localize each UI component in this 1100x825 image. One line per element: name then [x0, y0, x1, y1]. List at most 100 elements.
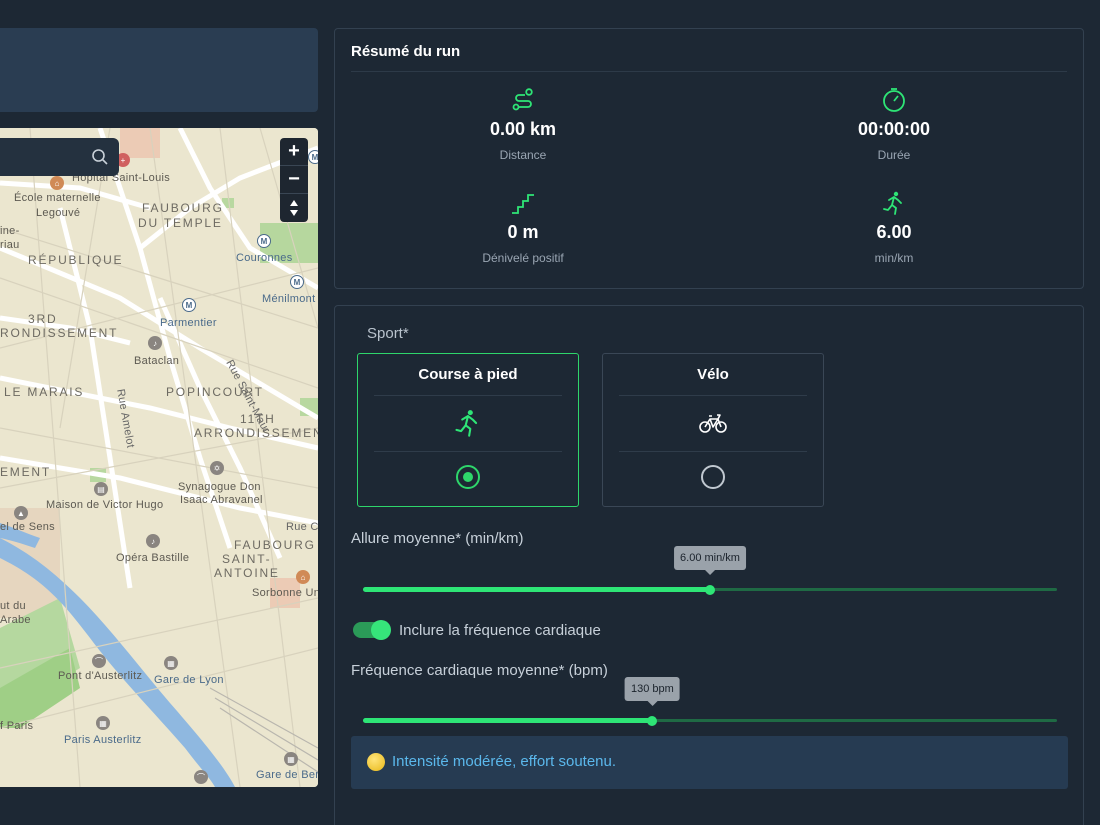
map-zoom-controls: + −: [280, 138, 308, 222]
pace-slider[interactable]: 6.00 min/km: [363, 546, 1057, 600]
train-icon: ▦: [164, 656, 178, 670]
search-icon[interactable]: [91, 148, 109, 166]
map-label-riau: riau: [0, 239, 20, 251]
map-label-popincourt: POPINCOURT: [166, 385, 264, 399]
compass-button[interactable]: [280, 194, 308, 222]
pace-field-label: Allure moyenne* (min/km): [351, 530, 524, 547]
sport-radio-cycling[interactable]: [701, 465, 725, 489]
bicycle-icon: [699, 414, 727, 433]
map-label-bataclan: Bataclan: [134, 355, 180, 367]
sport-option-label: Course à pied: [418, 366, 518, 383]
sport-radio-running[interactable]: [456, 465, 480, 489]
map-label-synagogue-2: Isaac Abravanel: [180, 494, 263, 506]
intensity-info-box: Intensité modérée, effort soutenu.: [351, 736, 1068, 789]
map-label-el-de-sens: el de Sens: [0, 521, 55, 533]
stat-elevation: 0 m Dénivelé positif: [423, 190, 623, 265]
map-label-ecole-2: Legouvé: [36, 207, 81, 219]
stat-pace-value: 6.00: [876, 222, 912, 242]
zoom-in-button[interactable]: +: [280, 138, 308, 166]
stat-duration-label: Durée: [877, 148, 911, 162]
map-header-panel: [0, 28, 318, 112]
run-summary-card: Résumé du run 0.00 km Distance 00:00:00 …: [334, 28, 1084, 289]
divider: [374, 451, 562, 452]
stat-elevation-value: 0 m: [507, 222, 539, 242]
train-icon: ▦: [284, 752, 298, 766]
stat-pace-label: min/km: [874, 251, 914, 265]
stat-distance-label: Distance: [499, 148, 547, 162]
heart-rate-field-label: Fréquence cardiaque moyenne* (bpm): [351, 662, 608, 679]
map-label-opera: Opéra Bastille: [116, 552, 190, 564]
run-form-card: Sport* Course à pied Vélo Allure moyenne…: [334, 305, 1084, 825]
map-search-box[interactable]: [0, 138, 119, 176]
map-label-3rd-2: RONDISSEMENT: [0, 326, 119, 340]
metro-icon: M: [308, 150, 318, 164]
map-label-11th: 11TH: [240, 412, 276, 426]
map-search-input[interactable]: [0, 138, 80, 176]
sport-option-cycling[interactable]: Vélo: [602, 353, 824, 507]
slider-thumb[interactable]: [647, 716, 658, 726]
toggle-knob: [371, 620, 391, 640]
slider-thumb[interactable]: [705, 585, 715, 595]
map-label-synagogue: Synagogue Don: [178, 481, 261, 493]
map-view[interactable]: Hôpital Saint-Louis École maternelle Leg…: [0, 128, 318, 787]
map-label-le-marais: LE MARAIS: [4, 385, 85, 399]
map-label-gare-lyon: Gare de Lyon: [154, 674, 224, 686]
museum-icon: ▤: [94, 482, 108, 496]
slider-fill: [363, 718, 653, 723]
compass-icon: [290, 200, 298, 216]
map-label-faubourg-antoine: FAUBOURG: [234, 538, 316, 552]
sport-field-label: Sport*: [367, 325, 409, 342]
runner-icon: [883, 191, 902, 215]
map-label-ut-du: ut du: [0, 600, 26, 612]
map-label-sorbonne: Sorbonne Un: [252, 587, 318, 599]
stat-distance-value: 0.00 km: [489, 119, 557, 139]
stat-distance: 0.00 km Distance: [423, 87, 623, 162]
map-label-paris-austerlitz: Paris Austerlitz: [64, 734, 142, 746]
intensity-info-text: Intensité modérée, effort soutenu.: [392, 753, 617, 770]
heart-rate-tooltip: 130 bpm: [624, 677, 680, 701]
map-label-faubourg-antoine-3: ANTOINE: [214, 566, 280, 580]
map-label-republique: RÉPUBLIQUE: [28, 253, 124, 267]
map-label-parmentier: Parmentier: [160, 317, 217, 329]
map-label-f-paris: f Paris: [0, 720, 34, 732]
map-label-ine: ine-: [0, 225, 20, 237]
map-label-11th-2: ARRONDISSEMENT: [194, 426, 318, 440]
divider: [619, 395, 807, 396]
metro-icon: M: [257, 234, 271, 248]
metro-icon: M: [290, 275, 304, 289]
map-label-ecole: École maternelle: [14, 192, 101, 204]
divider: [619, 451, 807, 452]
university-icon: ⌂: [296, 570, 310, 584]
stat-duration: 00:00:00 Durée: [794, 87, 994, 162]
summary-title: Résumé du run: [351, 43, 461, 60]
timer-icon: [883, 88, 905, 112]
stat-duration-value: 00:00:00: [857, 119, 931, 139]
map-label-gare-de-ber: Gare de Ber: [256, 769, 318, 781]
sport-option-label: Vélo: [697, 366, 729, 383]
map-label-faubourg-temple-2: DU TEMPLE: [138, 216, 223, 230]
map-label-pont: Pont d'Austerlitz: [58, 670, 143, 682]
slider-fill: [363, 587, 710, 592]
synagogue-icon: ✡: [210, 461, 224, 475]
map-label-3rd: 3RD: [28, 312, 58, 326]
bridge-icon: ⌒: [194, 770, 208, 784]
heart-rate-toggle-label: Inclure la fréquence cardiaque: [399, 622, 601, 639]
heart-rate-slider[interactable]: 130 bpm: [363, 677, 1057, 731]
map-label-couronnes: Couronnes: [236, 252, 293, 264]
metro-icon: M: [182, 298, 196, 312]
monument-icon: ▲: [14, 506, 28, 520]
pace-tooltip: 6.00 min/km: [674, 546, 746, 570]
map-label-ement: EMENT: [0, 465, 51, 479]
summary-divider: [351, 71, 1067, 72]
stat-elevation-label: Dénivelé positif: [482, 251, 564, 265]
heart-rate-toggle[interactable]: [353, 620, 391, 640]
runner-icon: [455, 410, 478, 437]
school-icon: ⌂: [50, 176, 64, 190]
map-label-arabe: Arabe: [0, 614, 31, 626]
zoom-out-button[interactable]: −: [280, 166, 308, 194]
divider: [374, 395, 562, 396]
yellow-circle-icon: [367, 753, 385, 771]
map-label-menilmont: Ménilmont: [262, 293, 316, 305]
map-label-victor-hugo: Maison de Victor Hugo: [46, 499, 164, 511]
sport-option-running[interactable]: Course à pied: [357, 353, 579, 507]
